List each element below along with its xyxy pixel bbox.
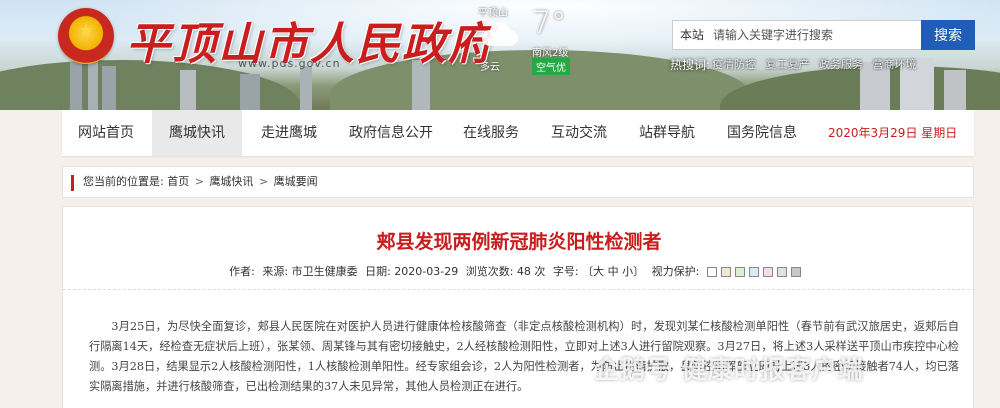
nav-item-home[interactable]: 网站首页 <box>62 110 150 156</box>
weather-description: 多云 <box>480 62 500 73</box>
watermark: 企鹅号 健康时报客户端 <box>594 355 864 384</box>
breadcrumb-item-home[interactable]: 首页 <box>167 175 189 188</box>
national-emblem-icon: ★ <box>58 8 114 64</box>
breadcrumb: 您当前的位置是: 首页 > 鹰城快讯 > 鹰城要闻 <box>83 167 318 197</box>
nav-item-gov-info[interactable]: 政府信息公开 <box>336 110 446 156</box>
article-title: 郏县发现两例新冠肺炎阳性检测者 <box>376 231 662 253</box>
breadcrumb-accent-bar <box>71 175 74 191</box>
weather-city: 平顶山 <box>478 8 508 19</box>
eye-care-swatch[interactable] <box>734 267 745 277</box>
nav-item-about-city[interactable]: 走进鹰城 <box>244 110 334 156</box>
meta-author: 作者: <box>229 265 255 278</box>
meta-date: 日期: 2020-03-29 <box>365 265 459 278</box>
nav-item-city-news[interactable]: 鹰城快讯 <box>152 110 242 156</box>
eye-care-swatch[interactable] <box>720 267 731 277</box>
main-nav: 网站首页 鹰城快讯 走进鹰城 政府信息公开 在线服务 互动交流 站群导航 国务院… <box>62 110 974 156</box>
building-decoration <box>944 70 966 110</box>
nav-item-interaction[interactable]: 互动交流 <box>534 110 624 156</box>
breadcrumb-item-city-news[interactable]: 鹰城快讯 <box>209 175 253 188</box>
breadcrumb-separator: > <box>194 175 204 188</box>
nav-item-site-nav[interactable]: 站群导航 <box>622 110 712 156</box>
wind-info: 南风2级 <box>532 48 569 59</box>
building-decoration <box>102 66 116 110</box>
search-box: 本站 搜索 <box>672 20 975 50</box>
cloudy-weather-icon <box>482 22 518 46</box>
breadcrumb-label: 您当前的位置是: <box>83 175 164 188</box>
hotwords-label: 热搜词: <box>670 58 711 72</box>
breadcrumb-item-headlines[interactable]: 鹰城要闻 <box>274 175 318 188</box>
meta-source: 来源: 市卫生健康委 <box>262 265 358 278</box>
hotwords-list[interactable]: 疫情防控 复工复产 政务服务 营商环境 <box>712 56 917 72</box>
eye-care-swatch[interactable] <box>762 267 773 277</box>
current-date: 2020年3月29日 星期日 <box>828 126 958 140</box>
building-decoration <box>300 66 312 110</box>
meta-divider <box>63 289 975 290</box>
eye-care-label: 视力保护: <box>651 265 700 278</box>
building-decoration <box>88 56 98 110</box>
building-decoration <box>70 62 82 110</box>
nav-item-state-council[interactable]: 国务院信息 <box>712 110 812 156</box>
article-meta: 作者: 来源: 市卫生健康委 日期: 2020-03-29 浏览次数: 48 次… <box>63 263 975 279</box>
site-url: www.pds.gov.cn <box>238 57 341 70</box>
header-banner: ★ 平顶山市人民政府 www.pds.gov.cn 平顶山 7° 南风2级 多云… <box>0 0 1000 110</box>
search-input[interactable] <box>713 25 889 45</box>
search-scope-select[interactable]: 本站 <box>673 21 711 49</box>
eye-care-swatch[interactable] <box>790 267 801 277</box>
temperature: 7° <box>532 6 567 41</box>
building-decoration <box>180 70 196 110</box>
building-decoration <box>240 74 260 110</box>
eye-care-swatches <box>706 265 805 278</box>
eye-care-swatch[interactable] <box>748 267 759 277</box>
nav-item-online-service[interactable]: 在线服务 <box>446 110 536 156</box>
eye-care-swatch[interactable] <box>776 267 787 277</box>
font-size-control[interactable]: 字号: 〔大 中 小〕 <box>553 265 644 278</box>
search-button[interactable]: 搜索 <box>921 20 975 50</box>
air-quality-badge: 空气优 <box>532 58 570 75</box>
breadcrumb-separator: > <box>258 175 269 188</box>
breadcrumb-panel: 您当前的位置是: 首页 > 鹰城快讯 > 鹰城要闻 <box>62 166 974 198</box>
eye-care-swatch[interactable] <box>706 267 717 277</box>
meta-views: 浏览次数: 48 次 <box>465 265 546 278</box>
